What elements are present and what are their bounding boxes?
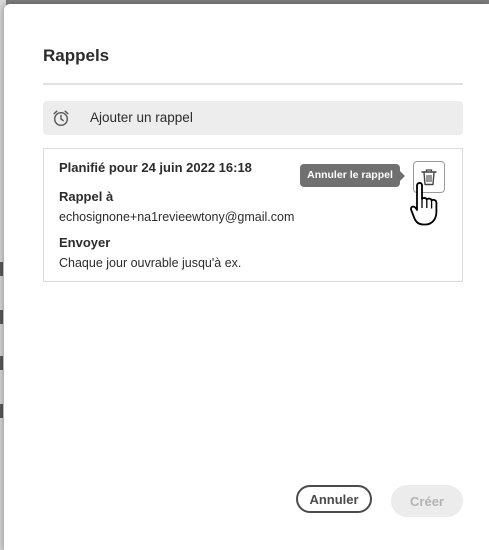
reminder-card: Planifié pour 24 juin 2022 16:18 Rappel …: [43, 148, 463, 282]
background-fragment: [0, 356, 3, 370]
background-fragment: [0, 404, 3, 418]
frequency-heading: Envoyer: [59, 235, 111, 250]
alarm-clock-icon: [53, 110, 69, 127]
add-reminder-button[interactable]: Ajouter un rappel: [43, 101, 463, 135]
hand-pointer-cursor: [410, 182, 438, 226]
create-button[interactable]: Créer: [391, 485, 463, 517]
dialog-title: Rappels: [43, 46, 110, 65]
recipient-heading: Rappel à: [59, 189, 114, 204]
title-divider: [43, 83, 463, 85]
background-fragment: [0, 310, 3, 324]
add-reminder-label: Ajouter un rappel: [90, 110, 193, 125]
cancel-button[interactable]: Annuler: [296, 485, 372, 513]
recipient-email: echosignone+na1revieewtony@gmail.com: [59, 210, 295, 224]
background-fragment: [0, 262, 3, 276]
cancel-reminder-tooltip: Annuler le rappel: [300, 164, 405, 187]
reminders-dialog: Rappels Ajouter un rappel Planifié pour …: [4, 4, 489, 550]
frequency-value: Chaque jour ouvrable jusqu'à ex.: [59, 256, 242, 270]
reminder-schedule: Planifié pour 24 juin 2022 16:18: [59, 160, 252, 175]
